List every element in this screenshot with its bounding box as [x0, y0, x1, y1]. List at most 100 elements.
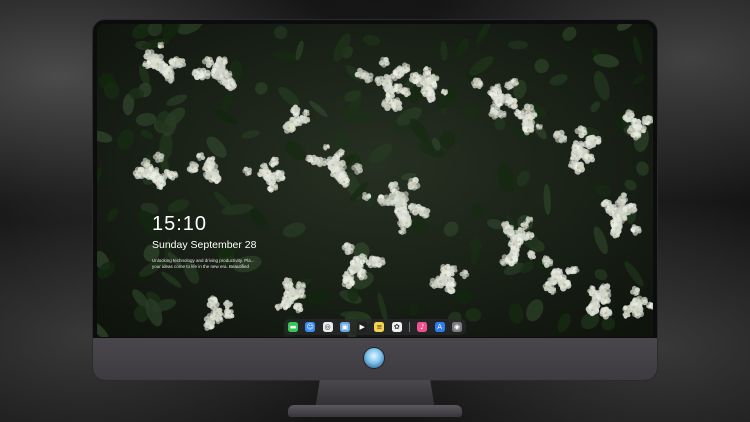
wallpaper-flower-center [426, 69, 429, 72]
wallpaper-flower-center [443, 91, 446, 93]
wallpaper-petal [160, 179, 165, 184]
wallpaper-flower-center [405, 222, 408, 225]
appstore-icon[interactable]: A [434, 322, 445, 332]
monitor-chin [93, 338, 657, 380]
wallpaper-flower-center [612, 221, 615, 224]
wallpaper-flowers [97, 24, 653, 337]
wallpaper-flower-center [270, 178, 273, 181]
wallpaper-flower-center [313, 159, 316, 162]
wallpaper-flower-center [354, 259, 356, 261]
wallpaper-flower-center [604, 311, 608, 315]
wallpaper-flower-center [400, 204, 404, 207]
wallpaper-flower-center [208, 318, 212, 321]
wallpaper-flower-center [449, 288, 452, 291]
wallpaper-flower-center [516, 111, 519, 114]
notes-icon[interactable]: ≡ [374, 322, 385, 332]
wallpaper-flower-center [211, 168, 215, 172]
wallpaper-petal [412, 71, 419, 78]
wallpaper-flower-center [574, 269, 577, 271]
wallpaper-flower-center [229, 312, 232, 316]
wallpaper-flower-center [405, 91, 408, 94]
music-icon[interactable]: ♪ [417, 322, 428, 332]
wallpaper-flower-center [594, 299, 597, 302]
wallpaper-flower-center [414, 207, 418, 211]
finder-icon[interactable]: ☺ [305, 322, 316, 332]
wallpaper-flower-center [576, 154, 579, 157]
wallpaper-flower-center [531, 254, 534, 257]
wallpaper-flower-center [528, 234, 531, 237]
wallpaper-flower-center [627, 114, 631, 118]
wallpaper-flower-center [621, 217, 624, 220]
wallpaper-flower-center [501, 113, 504, 116]
wallpaper-flower-center [491, 90, 494, 93]
wallpaper-flower-center [220, 59, 224, 63]
finalcut-icon[interactable]: ▶ [357, 322, 368, 332]
wallpaper-flower-center [514, 81, 516, 83]
wallpaper-flower-center [148, 53, 152, 57]
wallpaper-flower-center [378, 260, 381, 264]
wallpaper-flower-center [294, 107, 297, 110]
wallpaper-flower-center [338, 164, 342, 168]
wallpaper-flower-center [523, 224, 526, 227]
wallpaper-flower-center [512, 243, 515, 246]
wallpaper-flower-center [423, 211, 427, 214]
wallpaper-flower-center [393, 193, 397, 197]
safari-icon[interactable]: ◎ [322, 322, 333, 332]
wallpaper-flower-center [273, 159, 276, 162]
wallpaper-flower-center [359, 72, 362, 75]
preview-icon[interactable]: ▣ [339, 322, 350, 332]
wallpaper-petal [155, 57, 162, 64]
lock-screen-clock: 15:10 Sunday September 28 Unlocking tech… [152, 213, 262, 270]
wallpaper-flower-center [444, 267, 447, 270]
dock-separator [409, 322, 411, 332]
wallpaper-flower-center [538, 125, 541, 128]
wallpaper-flower-center [325, 146, 328, 148]
wallpaper-flower-center [579, 130, 583, 134]
wallpaper-flower-center [438, 280, 442, 284]
wallpaper-flower-center [199, 155, 202, 158]
wallpaper-petal [577, 151, 583, 157]
messages-icon[interactable]: ▬ [288, 322, 298, 332]
wallpaper-flower-center [246, 170, 249, 173]
wallpaper-flower-center [395, 105, 399, 108]
wallpaper-flower-center [402, 195, 406, 199]
wallpaper-flower-center [553, 277, 557, 281]
wallpaper-flower-center [299, 284, 302, 288]
screen: 15:10 Sunday September 28 Unlocking tech… [97, 24, 653, 337]
wallpaper-flower-center [533, 114, 535, 116]
wallpaper-flower-center [425, 90, 428, 93]
wallpaper-flower-center [444, 273, 447, 277]
wallpaper-flower-center [215, 311, 219, 315]
wallpaper-flower-center [593, 138, 597, 142]
photos-icon[interactable]: ✿ [391, 322, 402, 332]
wallpaper-flower-center [614, 232, 617, 235]
wallpaper-flower-center [157, 156, 160, 159]
wallpaper-petal [539, 124, 543, 128]
wallpaper-flower-center [591, 308, 594, 312]
wallpaper-flower-center [590, 288, 593, 291]
wallpaper-flower-center [386, 102, 390, 106]
camera-icon[interactable]: ◉ [451, 322, 462, 332]
wallpaper-flower-center [587, 157, 591, 160]
wallpaper-flower-center [331, 163, 334, 167]
wallpaper-flower-center [556, 273, 559, 275]
wallpaper-flower-center [361, 273, 364, 277]
monitor-stand-base [288, 405, 462, 417]
clock-time: 15:10 [152, 213, 208, 235]
wallpaper-petal [434, 75, 440, 80]
wallpaper-flower-center [160, 44, 162, 46]
wallpaper-flower-center [365, 195, 368, 198]
wallpaper-flower-center [220, 79, 223, 82]
wallpaper-petal [360, 69, 367, 76]
lock-note: Unlocking technology and driving product… [152, 258, 262, 270]
wallpaper-flower-center [571, 163, 573, 166]
wallpaper-flower-center [160, 182, 163, 185]
wallpaper-flower-center [291, 295, 294, 298]
wallpaper-flower-center [413, 76, 417, 80]
dock: ▬ ☺ ◎ ▣ ▶ ≡ ✿ ♪ A ◉ [284, 319, 466, 335]
wallpaper-flower-center [260, 172, 263, 174]
wallpaper-petal [402, 202, 408, 208]
wallpaper-flower-center [195, 72, 197, 75]
wallpaper-flower-center [145, 63, 148, 66]
wallpaper-flower-center [392, 185, 396, 189]
